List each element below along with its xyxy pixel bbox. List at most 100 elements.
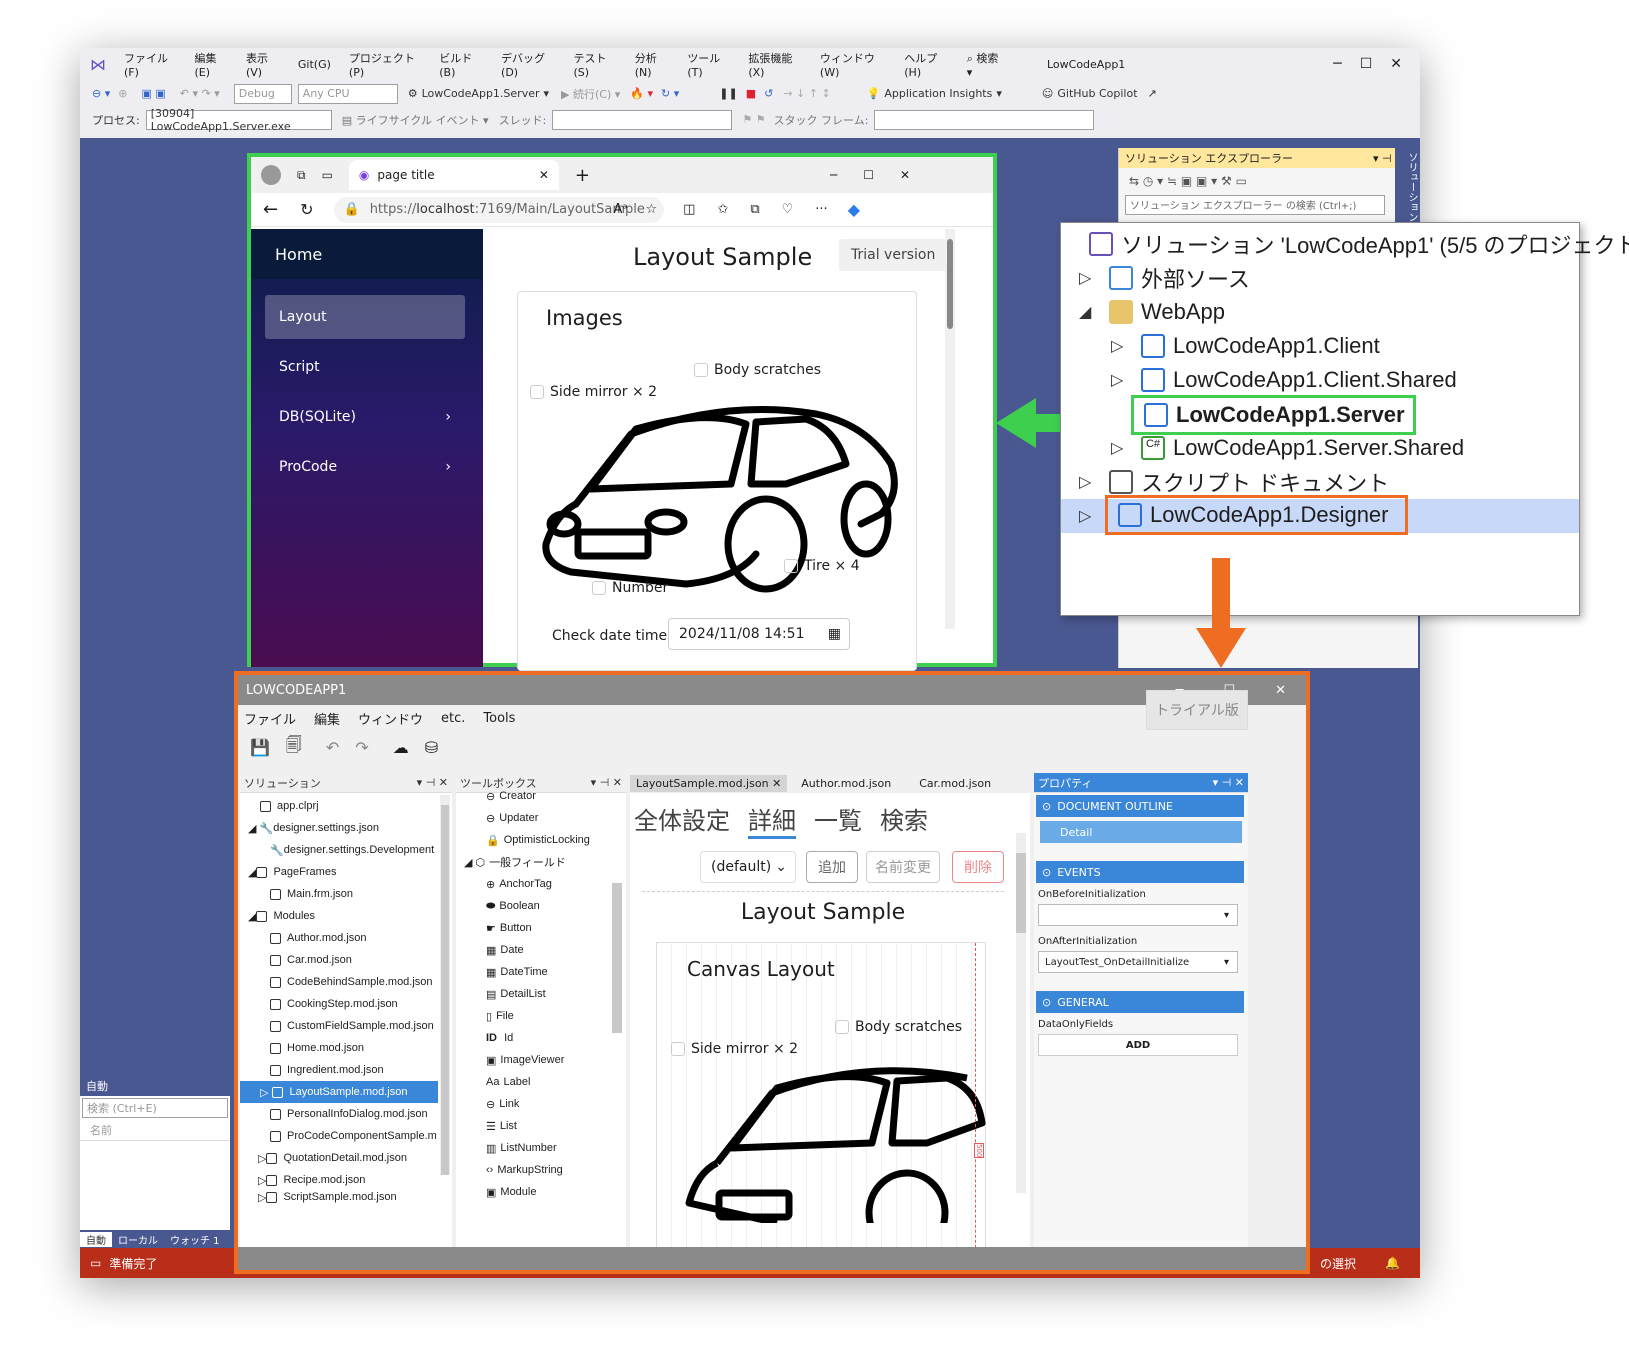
tab-actions-icon[interactable]: ▭ [322, 168, 333, 182]
toolbox-item[interactable]: ▤ DetailList [486, 983, 546, 1005]
toolbox-item[interactable]: ▦ Date [486, 939, 524, 961]
tree-server-shared[interactable]: ▷ C# LowCodeApp1.Server.Shared [1111, 431, 1464, 465]
tab-close-icon[interactable]: ✕ [539, 168, 549, 182]
on-after-select[interactable]: LayoutTest_OnDetailInitialize ▾ [1038, 951, 1238, 973]
list-item[interactable]: Car.mod.json [270, 949, 352, 971]
canvas-scratches[interactable]: Body scratches [835, 1019, 962, 1035]
sidebar-item-script[interactable]: Script [265, 345, 465, 389]
favorite-star-icon[interactable]: ☆ [645, 202, 657, 217]
reload-icon[interactable]: ↻ [300, 200, 313, 219]
view-tab-global[interactable]: 全体設定 [634, 801, 730, 839]
menu-git[interactable]: Git(G) [298, 58, 331, 71]
toolbox-item[interactable]: ▥ ListNumber [486, 1137, 557, 1159]
checkbox[interactable] [530, 385, 544, 399]
save-all-icon[interactable]: ▣ ▣ [141, 87, 165, 100]
toolbox-item[interactable]: 🔒 OptimisticLocking [486, 829, 590, 851]
close-icon[interactable]: ✕ [772, 777, 781, 790]
list-item[interactable]: Ingredient.mod.json [270, 1059, 384, 1081]
general-section[interactable]: ⊙ GENERAL [1036, 991, 1244, 1013]
favorites-icon[interactable]: ✩ [717, 202, 728, 217]
expand-icon[interactable]: ▷ [1079, 268, 1099, 288]
sidebar-home[interactable]: Home [251, 229, 483, 279]
expand-icon[interactable]: ▷ [1079, 506, 1099, 526]
browser-min-icon[interactable]: ─ [830, 168, 837, 182]
list-item[interactable]: ProCodeComponentSample.m [270, 1125, 437, 1147]
process-select[interactable]: [30904] LowCodeApp1.Server.exe [145, 107, 332, 133]
rename-button[interactable]: 名前変更 [866, 851, 940, 883]
new-tab-icon[interactable]: + [575, 165, 590, 186]
view-tab-search[interactable]: 検索 [880, 801, 928, 839]
designer-menu-window[interactable]: ウィンドウ [358, 709, 423, 728]
list-item[interactable]: ▷ ScriptSample.mod.json [258, 1191, 397, 1203]
side-mirror-check[interactable]: Side mirror × 2 [530, 384, 657, 400]
solution-scrollbar[interactable] [440, 795, 450, 1175]
toolbox-item[interactable]: ‹› MarkupString [486, 1159, 563, 1181]
scrollbar[interactable] [945, 229, 955, 629]
back-arrow-icon[interactable]: ← [263, 199, 278, 220]
expand-icon[interactable]: ▷ [1111, 370, 1131, 390]
designer-menu-etc[interactable]: etc. [441, 711, 465, 726]
workspaces-icon[interactable]: ⧉ [297, 168, 306, 183]
list-item[interactable]: Home.mod.json [270, 1037, 364, 1059]
doc-tab[interactable]: Car.mod.json [905, 775, 1005, 792]
checkbox[interactable] [784, 559, 798, 573]
read-aloud-icon[interactable]: Aᵃ [614, 202, 628, 217]
scrollbar-thumb[interactable] [1016, 853, 1026, 933]
thread-select[interactable] [552, 109, 733, 130]
checkbox[interactable] [835, 1020, 849, 1034]
tab-local[interactable]: ローカル [112, 1232, 164, 1247]
browser-max-icon[interactable]: ☐ [863, 168, 874, 182]
undo-icon[interactable]: ↶ [326, 738, 339, 757]
list-item[interactable]: PersonalInfoDialog.mod.json [270, 1103, 428, 1125]
expand-icon[interactable]: ▷ [1111, 336, 1131, 356]
extensions-icon[interactable]: ♡ [782, 202, 794, 217]
tree-solution-root[interactable]: ソリューション 'LowCodeApp1' (5/5 のプロジェクト) [1089, 227, 1629, 261]
list-item[interactable]: Author.mod.json [270, 927, 367, 949]
list-item-selected[interactable]: ▷ LayoutSample.mod.json [240, 1081, 438, 1103]
expand-icon[interactable]: ▷ [1111, 438, 1131, 458]
browser-close-icon[interactable]: ✕ [900, 168, 910, 182]
toolbox-item[interactable]: ⊖ Link [486, 1093, 519, 1115]
split-screen-icon[interactable]: ◫ [683, 202, 695, 217]
check-date-input[interactable]: 2024/11/08 14:51 ▦ [668, 618, 850, 650]
layout-select[interactable]: (default) ⌄ [700, 851, 796, 883]
toolbox-item[interactable]: ID Id [486, 1027, 513, 1049]
toolbox-item[interactable]: ☛ Button [486, 917, 532, 939]
toolbox-item[interactable]: Aa Label [486, 1071, 530, 1093]
redo-icon[interactable]: ↷ [355, 738, 368, 757]
startup-dropdown-icon[interactable]: ▾ [544, 87, 550, 100]
platform-select[interactable]: Any CPU [297, 83, 398, 104]
close-icon[interactable]: ✕ [1390, 56, 1402, 72]
menu-window[interactable]: ウィンドウ(W) [820, 50, 886, 79]
canvas-layout-box[interactable]: Canvas Layout Body scratches Side mirror… [656, 942, 986, 1251]
menu-extensions[interactable]: 拡張機能(X) [748, 50, 802, 79]
search-button[interactable]: ⌕ 検索 ▾ [967, 50, 1019, 79]
menu-project[interactable]: プロジェクト(P) [349, 50, 421, 79]
toolbox-item[interactable]: ⬬ Boolean [486, 895, 540, 917]
upload-icon[interactable]: ☁ [393, 738, 409, 757]
config-select[interactable]: Debug [233, 83, 292, 104]
save-icon[interactable]: 💾 [250, 738, 270, 757]
toolbox-scrollbar[interactable] [612, 883, 622, 1033]
checkbox[interactable] [592, 581, 606, 595]
designer-menu-edit[interactable]: 編集 [314, 709, 340, 728]
on-before-select[interactable]: ▾ [1038, 904, 1238, 926]
editor-scrollbar[interactable] [1016, 833, 1026, 1193]
profile-icon[interactable] [261, 165, 281, 185]
toolbox-item[interactable]: ⊕ AnchorTag [486, 873, 552, 895]
copilot-button[interactable]: GitHub Copilot [1057, 87, 1137, 100]
maximize-icon[interactable]: ☐ [1360, 56, 1373, 72]
tab-auto[interactable]: 自動 [80, 1231, 112, 1247]
forward-icon[interactable]: ⊕ [118, 87, 127, 100]
tree-external[interactable]: ▷ 外部ソース [1079, 261, 1250, 295]
step-icons[interactable]: → ↓ ↑ ↕ [783, 87, 830, 100]
toolbox-item[interactable]: ⊖ Updater [486, 807, 538, 829]
flag-icon[interactable]: ⚑ ⚑ [742, 113, 765, 126]
scrollbar-thumb[interactable] [441, 805, 449, 1175]
tire-check[interactable]: Tire × 4 [784, 558, 860, 574]
list-item[interactable]: ▷ Recipe.mod.json [258, 1169, 365, 1191]
collections-icon[interactable]: ⧉ [750, 202, 759, 217]
menu-help[interactable]: ヘルプ(H) [904, 50, 948, 79]
menu-file[interactable]: ファイル(F) [124, 50, 177, 79]
browser-tab[interactable]: ◉ page title ✕ [348, 160, 559, 190]
